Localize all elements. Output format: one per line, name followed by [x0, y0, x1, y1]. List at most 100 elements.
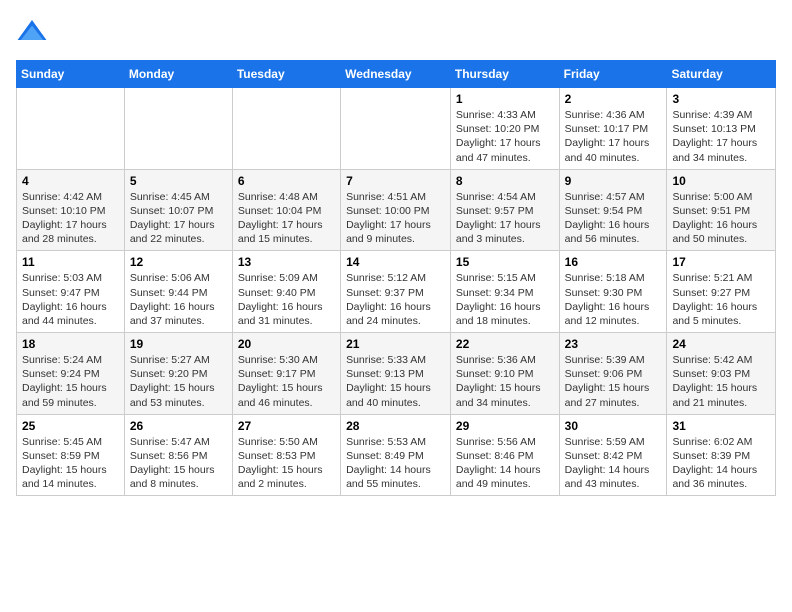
- day-info: Sunrise: 5:06 AM Sunset: 9:44 PM Dayligh…: [130, 272, 215, 327]
- day-number: 29: [456, 419, 554, 433]
- calendar-cell: 26Sunrise: 5:47 AM Sunset: 8:56 PM Dayli…: [124, 414, 232, 496]
- calendar-cell: 16 Sunrise: 5:18 AM Sunset: 9:30 PM Dayli…: [559, 251, 667, 333]
- day-number: 18: [22, 337, 119, 351]
- calendar-cell: 9 Sunrise: 4:57 AM Sunset: 9:54 PM Daylig…: [559, 169, 667, 251]
- calendar-cell: 24Sunrise: 5:42 AM Sunset: 9:03 PM Dayli…: [667, 333, 776, 415]
- weekday-header-thursday: Thursday: [450, 61, 559, 88]
- day-info: Sunrise: 5:30 AM Sunset: 9:17 PM Dayligh…: [238, 354, 323, 409]
- day-info: Sunrise: 5:24 AM Sunset: 9:24 PM Dayligh…: [22, 354, 107, 409]
- calendar-cell: 20 Sunrise: 5:30 AM Sunset: 9:17 PM Dayli…: [232, 333, 340, 415]
- day-info: Sunrise: 5:36 AM Sunset: 9:10 PM Dayligh…: [456, 354, 541, 409]
- calendar-cell: 14 Sunrise: 5:12 AM Sunset: 9:37 PM Dayli…: [341, 251, 451, 333]
- weekday-header-sunday: Sunday: [17, 61, 125, 88]
- day-info: Sunrise: 5:39 AM Sunset: 9:06 PM Dayligh…: [565, 354, 650, 409]
- day-info: Sunrise: 5:50 AM Sunset: 8:53 PM Dayligh…: [238, 436, 323, 491]
- calendar-cell: 4Sunrise: 4:42 AM Sunset: 10:10 PM Dayli…: [17, 169, 125, 251]
- weekday-header-monday: Monday: [124, 61, 232, 88]
- day-info: Sunrise: 4:54 AM Sunset: 9:57 PM Dayligh…: [456, 191, 541, 246]
- calendar-cell: 7 Sunrise: 4:51 AM Sunset: 10:00 PM Dayli…: [341, 169, 451, 251]
- day-number: 24: [672, 337, 770, 351]
- day-number: 10: [672, 174, 770, 188]
- day-number: 17: [672, 255, 770, 269]
- day-number: 26: [130, 419, 227, 433]
- day-number: 20: [238, 337, 335, 351]
- day-number: 30: [565, 419, 662, 433]
- day-number: 28: [346, 419, 445, 433]
- calendar-cell: 30Sunrise: 5:59 AM Sunset: 8:42 PM Dayli…: [559, 414, 667, 496]
- day-info: Sunrise: 6:02 AM Sunset: 8:39 PM Dayligh…: [672, 436, 757, 491]
- calendar-week-5: 25Sunrise: 5:45 AM Sunset: 8:59 PM Dayli…: [17, 414, 776, 496]
- day-number: 27: [238, 419, 335, 433]
- calendar-cell: [17, 88, 125, 170]
- day-number: 16: [565, 255, 662, 269]
- calendar-cell: 22 Sunrise: 5:36 AM Sunset: 9:10 PM Dayli…: [450, 333, 559, 415]
- calendar-cell: 18 Sunrise: 5:24 AM Sunset: 9:24 PM Dayli…: [17, 333, 125, 415]
- day-number: 2: [565, 92, 662, 106]
- day-number: 11: [22, 255, 119, 269]
- day-info: Sunrise: 4:36 AM Sunset: 10:17 PM Daylig…: [565, 109, 650, 164]
- calendar-cell: 15 Sunrise: 5:15 AM Sunset: 9:34 PM Dayli…: [450, 251, 559, 333]
- day-info: Sunrise: 4:57 AM Sunset: 9:54 PM Dayligh…: [565, 191, 650, 246]
- day-number: 9: [565, 174, 662, 188]
- calendar-cell: 29Sunrise: 5:56 AM Sunset: 8:46 PM Dayli…: [450, 414, 559, 496]
- day-info: Sunrise: 5:18 AM Sunset: 9:30 PM Dayligh…: [565, 272, 650, 327]
- calendar-cell: 28 Sunrise: 5:53 AM Sunset: 8:49 PM Dayli…: [341, 414, 451, 496]
- calendar-cell: [341, 88, 451, 170]
- weekday-header-saturday: Saturday: [667, 61, 776, 88]
- day-number: 6: [238, 174, 335, 188]
- calendar-cell: [232, 88, 340, 170]
- day-number: 15: [456, 255, 554, 269]
- weekday-header-wednesday: Wednesday: [341, 61, 451, 88]
- day-info: Sunrise: 4:45 AM Sunset: 10:07 PM Daylig…: [130, 191, 215, 246]
- calendar-cell: 13 Sunrise: 5:09 AM Sunset: 9:40 PM Dayli…: [232, 251, 340, 333]
- day-info: Sunrise: 5:33 AM Sunset: 9:13 PM Dayligh…: [346, 354, 431, 409]
- calendar-cell: 1 Sunrise: 4:33 AM Sunset: 10:20 PM Dayli…: [450, 88, 559, 170]
- day-number: 14: [346, 255, 445, 269]
- day-number: 31: [672, 419, 770, 433]
- day-info: Sunrise: 4:39 AM Sunset: 10:13 PM Daylig…: [672, 109, 757, 164]
- calendar-cell: 10Sunrise: 5:00 AM Sunset: 9:51 PM Dayli…: [667, 169, 776, 251]
- calendar-week-1: 1 Sunrise: 4:33 AM Sunset: 10:20 PM Dayli…: [17, 88, 776, 170]
- day-number: 19: [130, 337, 227, 351]
- day-info: Sunrise: 5:03 AM Sunset: 9:47 PM Dayligh…: [22, 272, 107, 327]
- day-number: 22: [456, 337, 554, 351]
- weekday-header-friday: Friday: [559, 61, 667, 88]
- calendar-week-4: 18 Sunrise: 5:24 AM Sunset: 9:24 PM Dayli…: [17, 333, 776, 415]
- calendar-cell: 25Sunrise: 5:45 AM Sunset: 8:59 PM Dayli…: [17, 414, 125, 496]
- day-number: 25: [22, 419, 119, 433]
- weekday-header-tuesday: Tuesday: [232, 61, 340, 88]
- calendar-cell: 17Sunrise: 5:21 AM Sunset: 9:27 PM Dayli…: [667, 251, 776, 333]
- calendar-cell: 8 Sunrise: 4:54 AM Sunset: 9:57 PM Daylig…: [450, 169, 559, 251]
- day-info: Sunrise: 5:09 AM Sunset: 9:40 PM Dayligh…: [238, 272, 323, 327]
- day-number: 13: [238, 255, 335, 269]
- calendar-cell: 2 Sunrise: 4:36 AM Sunset: 10:17 PM Dayli…: [559, 88, 667, 170]
- day-info: Sunrise: 5:12 AM Sunset: 9:37 PM Dayligh…: [346, 272, 431, 327]
- day-info: Sunrise: 5:15 AM Sunset: 9:34 PM Dayligh…: [456, 272, 541, 327]
- calendar-cell: 12 Sunrise: 5:06 AM Sunset: 9:44 PM Dayli…: [124, 251, 232, 333]
- day-number: 21: [346, 337, 445, 351]
- day-info: Sunrise: 4:42 AM Sunset: 10:10 PM Daylig…: [22, 191, 107, 246]
- day-info: Sunrise: 4:51 AM Sunset: 10:00 PM Daylig…: [346, 191, 431, 246]
- day-number: 23: [565, 337, 662, 351]
- day-info: Sunrise: 4:48 AM Sunset: 10:04 PM Daylig…: [238, 191, 323, 246]
- calendar-week-2: 4Sunrise: 4:42 AM Sunset: 10:10 PM Dayli…: [17, 169, 776, 251]
- day-number: 7: [346, 174, 445, 188]
- day-number: 8: [456, 174, 554, 188]
- page-header: [16, 16, 776, 48]
- calendar-cell: 3 Sunrise: 4:39 AM Sunset: 10:13 PM Dayli…: [667, 88, 776, 170]
- day-number: 5: [130, 174, 227, 188]
- day-number: 3: [672, 92, 770, 106]
- calendar-cell: 6 Sunrise: 4:48 AM Sunset: 10:04 PM Dayli…: [232, 169, 340, 251]
- calendar-table: SundayMondayTuesdayWednesdayThursdayFrid…: [16, 60, 776, 496]
- calendar-cell: 27 Sunrise: 5:50 AM Sunset: 8:53 PM Dayli…: [232, 414, 340, 496]
- day-info: Sunrise: 4:33 AM Sunset: 10:20 PM Daylig…: [456, 109, 541, 164]
- logo: [16, 16, 52, 48]
- calendar-week-3: 11 Sunrise: 5:03 AM Sunset: 9:47 PM Dayli…: [17, 251, 776, 333]
- day-number: 12: [130, 255, 227, 269]
- calendar-cell: 19Sunrise: 5:27 AM Sunset: 9:20 PM Dayli…: [124, 333, 232, 415]
- calendar-cell: 21 Sunrise: 5:33 AM Sunset: 9:13 PM Dayli…: [341, 333, 451, 415]
- day-info: Sunrise: 5:53 AM Sunset: 8:49 PM Dayligh…: [346, 436, 431, 491]
- day-number: 1: [456, 92, 554, 106]
- calendar-cell: 11 Sunrise: 5:03 AM Sunset: 9:47 PM Dayli…: [17, 251, 125, 333]
- calendar-cell: 5 Sunrise: 4:45 AM Sunset: 10:07 PM Dayli…: [124, 169, 232, 251]
